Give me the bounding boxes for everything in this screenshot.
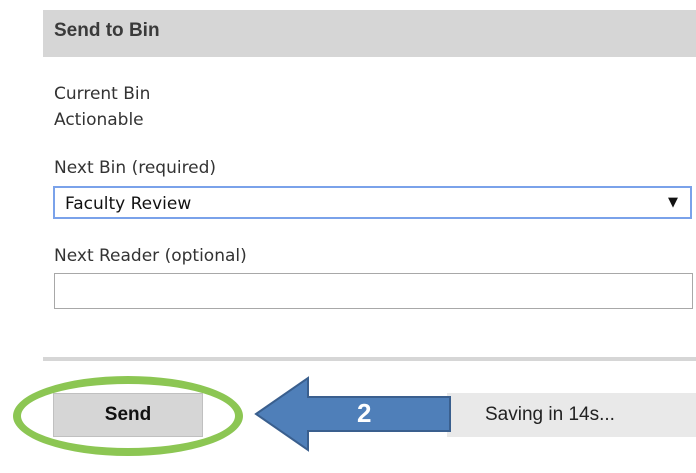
next-bin-selected-value: Faculty Review — [65, 194, 192, 214]
dropdown-arrow-icon: ▼ — [668, 195, 678, 210]
next-bin-select[interactable]: Faculty Review ▼ — [53, 186, 692, 219]
panel-title: Send to Bin — [54, 20, 160, 41]
left-arrow-annotation-icon — [254, 376, 451, 452]
next-reader-label: Next Reader (optional) — [54, 246, 247, 266]
divider — [43, 357, 696, 361]
next-reader-input[interactable] — [54, 273, 693, 309]
autosave-status-text: Saving in 14s... — [485, 404, 615, 425]
current-bin-value: Actionable — [54, 110, 144, 130]
send-to-bin-panel: Send to Bin Current Bin Actionable Next … — [0, 0, 696, 473]
send-button[interactable]: Send — [53, 393, 203, 437]
current-bin-label: Current Bin — [54, 84, 151, 104]
step-number-label: 2 — [357, 398, 372, 428]
next-bin-label: Next Bin (required) — [54, 158, 217, 178]
